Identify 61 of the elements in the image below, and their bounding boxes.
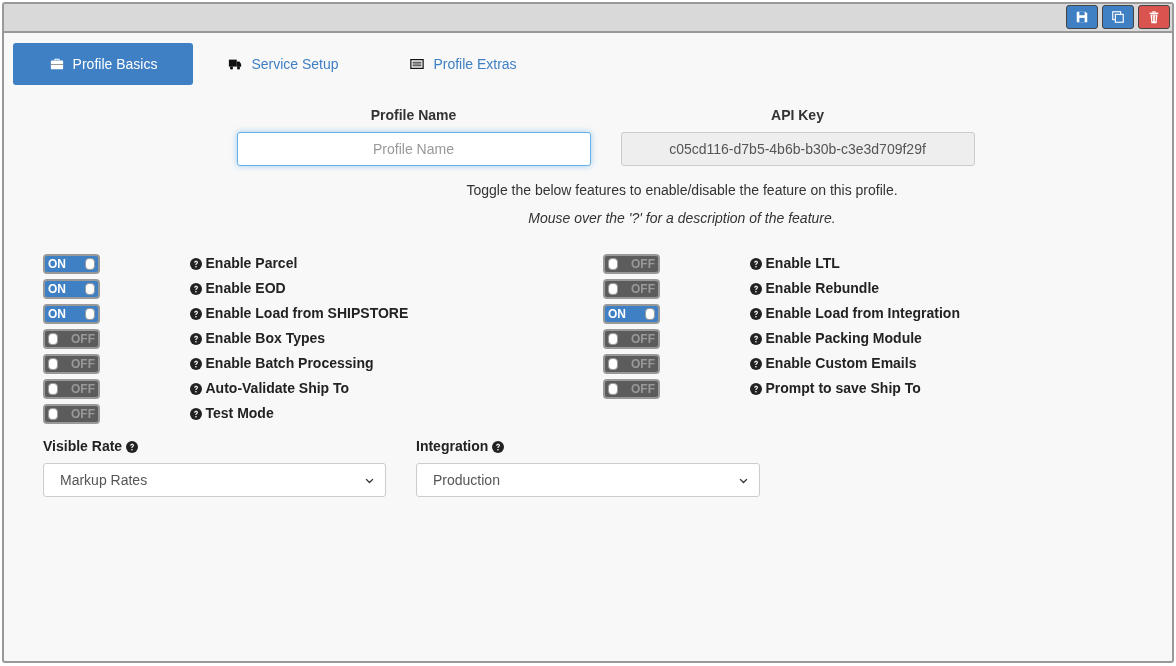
copy-icon: [1111, 10, 1125, 24]
help-icon: [750, 257, 762, 270]
help-icon: [190, 332, 202, 345]
toggle-switch[interactable]: OFF: [603, 278, 660, 299]
truck-icon: [227, 57, 244, 71]
toggle-switch[interactable]: OFF: [43, 328, 100, 349]
help-icon: [190, 282, 202, 295]
toggle-switch[interactable]: OFF: [43, 378, 100, 399]
feature-label: Enable Batch Processing: [205, 354, 374, 373]
help-icon: [750, 332, 762, 345]
feature-label: Enable Packing Module: [765, 329, 922, 348]
help-icon: [750, 282, 762, 295]
toggle-switch[interactable]: OFF: [603, 253, 660, 274]
feature-label: Enable Load from SHIPSTORE: [205, 304, 409, 323]
toggle-switch[interactable]: ON: [43, 253, 100, 274]
feature-label: Prompt to save Ship To: [765, 379, 921, 398]
toggle-switch[interactable]: ON: [43, 278, 100, 299]
help-icon: [750, 307, 762, 320]
feature-label: Enable Parcel: [205, 254, 298, 273]
feature-label: Auto-Validate Ship To: [205, 379, 350, 398]
feature-label: Enable Box Types: [205, 329, 326, 348]
tab[interactable]: Profile Basics: [13, 43, 193, 85]
dropdown-select[interactable]: Markup Rates: [43, 463, 386, 497]
help-icon: [750, 357, 762, 370]
help-icon: [190, 382, 202, 395]
dropdown-select[interactable]: Production: [416, 463, 760, 497]
tab[interactable]: Service Setup: [193, 43, 373, 85]
toggle-switch[interactable]: OFF: [43, 403, 100, 424]
profile-name-field[interactable]: Profile Name: [236, 132, 591, 166]
help-icon: [492, 440, 505, 453]
help-icon: [190, 357, 202, 370]
feature-label: Enable Custom Emails: [765, 354, 917, 373]
help-icon: [126, 440, 139, 453]
tab[interactable]: Profile Extras: [373, 43, 553, 85]
select-label: Integration: [416, 437, 489, 456]
hint-text: Mouse over the '?' for a description of the feature.: [527, 209, 837, 228]
feature-label: Test Mode: [205, 404, 274, 423]
help-icon: [190, 307, 202, 320]
copy-button[interactable]: [1102, 5, 1134, 29]
save-button[interactable]: [1066, 5, 1098, 29]
delete-button[interactable]: [1138, 5, 1170, 29]
feature-label: Enable EOD: [205, 279, 286, 298]
feature-label: Enable Load from Integration: [765, 304, 960, 323]
field-label: API Key: [771, 106, 824, 125]
toggle-switch[interactable]: OFF: [43, 353, 100, 374]
help-icon: [190, 407, 202, 420]
list-icon: [409, 57, 426, 71]
select-label: Visible Rate: [43, 437, 123, 456]
toggle-switch[interactable]: OFF: [603, 378, 660, 399]
feature-label: Enable LTL: [765, 254, 840, 273]
feature-label: Enable Rebundle: [765, 279, 880, 298]
help-icon: [750, 382, 762, 395]
instruction-text: Toggle the below features to enable/disable the feature on this profile.: [465, 181, 899, 200]
field-label: Profile Name: [370, 106, 457, 125]
toggle-switch[interactable]: OFF: [603, 353, 660, 374]
help-icon: [190, 257, 202, 270]
toggle-switch[interactable]: ON: [43, 303, 100, 324]
toggle-switch[interactable]: ON: [603, 303, 660, 324]
toggle-switch[interactable]: OFF: [603, 328, 660, 349]
briefcase-icon: [48, 57, 65, 71]
trash-icon: [1147, 10, 1161, 24]
